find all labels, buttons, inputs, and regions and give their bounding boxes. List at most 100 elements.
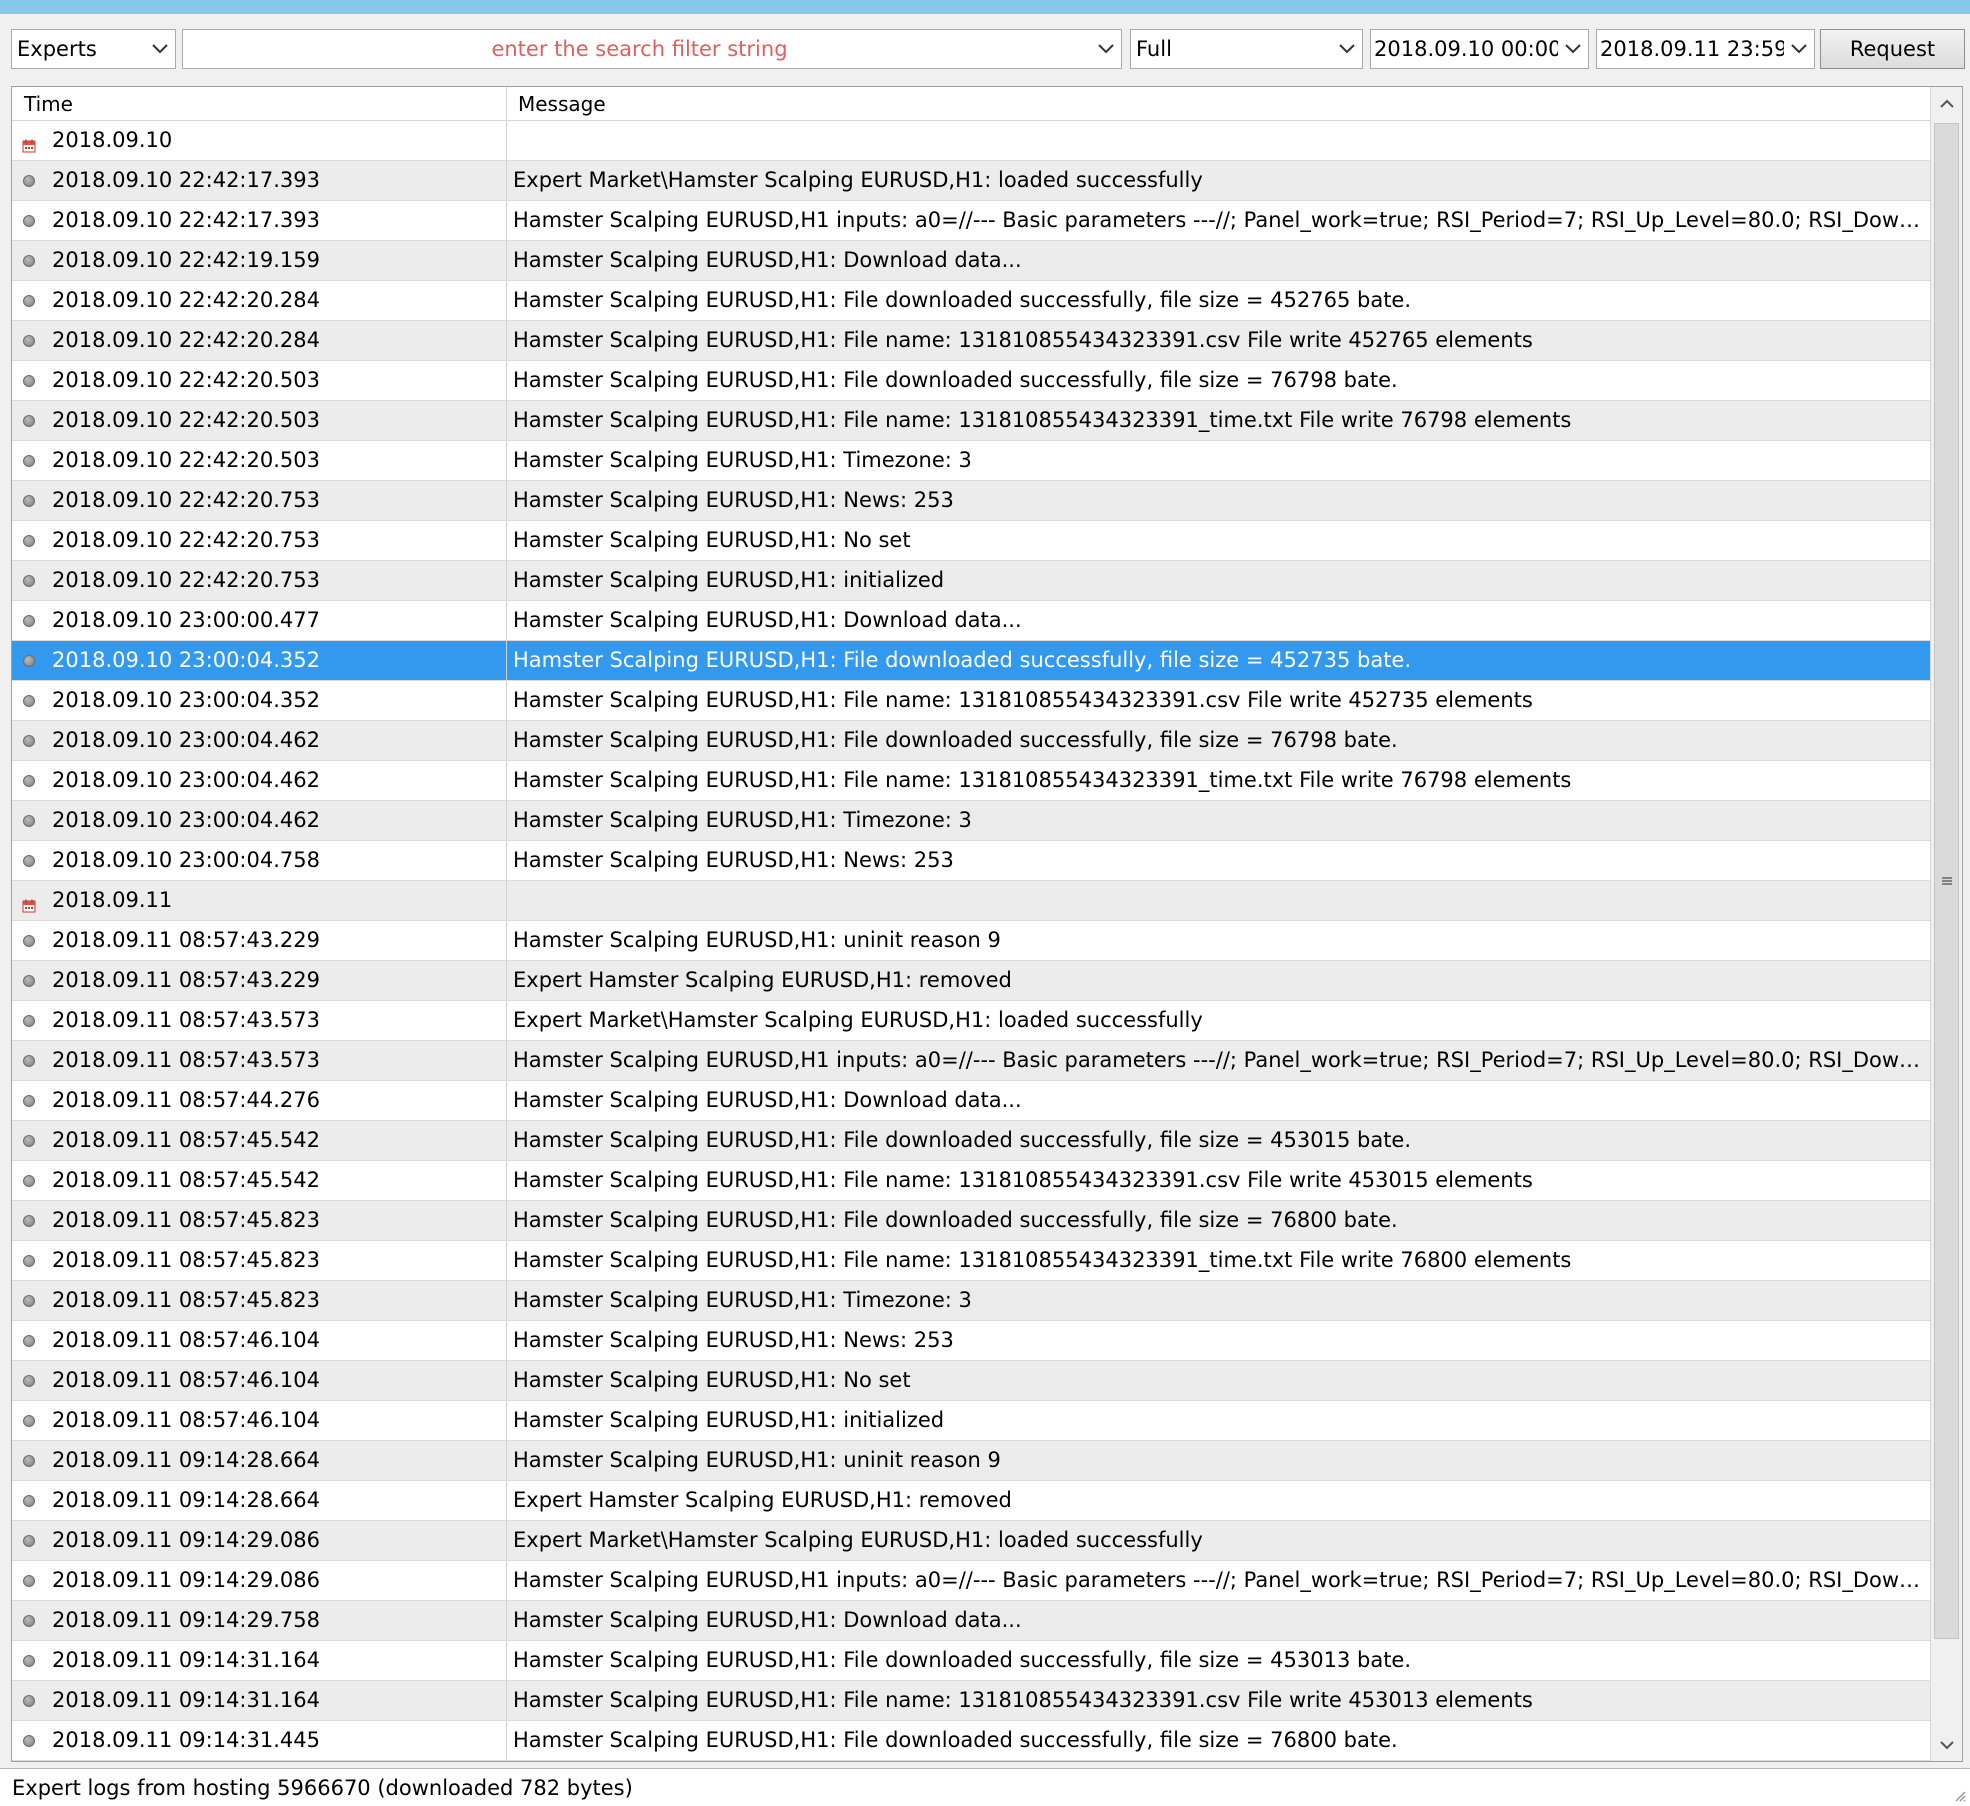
table-header: Time Message	[12, 87, 1930, 121]
table-row[interactable]: 2018.09.10 22:42:20.753 Hamster Scalping …	[12, 521, 1930, 561]
cell-message: Hamster Scalping EURUSD,H1: File downloa…	[513, 288, 1412, 312]
column-divider	[506, 201, 507, 240]
cell-message: Hamster Scalping EURUSD,H1: News: 253	[513, 488, 954, 512]
column-divider	[506, 1601, 507, 1640]
table-row[interactable]: 2018.09.11 09:14:29.086 Hamster Scalping …	[12, 1561, 1930, 1601]
column-divider	[506, 281, 507, 320]
cell-message: Hamster Scalping EURUSD,H1: File downloa…	[513, 368, 1398, 392]
column-divider	[506, 1521, 507, 1560]
table-row[interactable]: 2018.09.10 23:00:00.477 Hamster Scalping …	[12, 601, 1930, 641]
cell-time: 2018.09.11 09:14:28.664	[52, 1488, 320, 1512]
cell-message	[513, 121, 1923, 160]
cell-time: 2018.09.10 22:42:19.159	[52, 248, 320, 272]
cell-message: Hamster Scalping EURUSD,H1: News: 253	[513, 848, 954, 872]
cell-message: Hamster Scalping EURUSD,H1: Timezone: 3	[513, 808, 972, 832]
window-top-bar	[0, 0, 1970, 14]
table-row[interactable]: 2018.09.10 23:00:04.462 Hamster Scalping …	[12, 721, 1930, 761]
cell-time: 2018.09.11 08:57:45.542	[52, 1168, 320, 1192]
table-row[interactable]: 2018.09.10 22:42:17.393 Hamster Scalping …	[12, 201, 1930, 241]
cell-time: 2018.09.11 08:57:44.276	[52, 1088, 320, 1112]
column-divider	[506, 1481, 507, 1520]
cell-time: 2018.09.11	[52, 888, 173, 912]
scroll-thumb[interactable]	[1934, 123, 1959, 1639]
date-group-row[interactable]: 2018.09.11	[12, 881, 1930, 921]
column-divider	[506, 841, 507, 880]
table-row[interactable]: 2018.09.10 23:00:04.462 Hamster Scalping …	[12, 761, 1930, 801]
cell-message: Hamster Scalping EURUSD,H1: Download dat…	[513, 1608, 1022, 1632]
table-row[interactable]: 2018.09.11 08:57:46.104 Hamster Scalping …	[12, 1361, 1930, 1401]
table-row[interactable]: 2018.09.11 09:14:31.445 Hamster Scalping …	[12, 1721, 1930, 1761]
table-row[interactable]: 2018.09.11 08:57:43.573 Expert Market\Ham…	[12, 1001, 1930, 1041]
log-dot-icon	[22, 294, 36, 308]
resize-grip-icon[interactable]	[1952, 1788, 1966, 1802]
table-row[interactable]: 2018.09.10 22:42:20.503 Hamster Scalping …	[12, 401, 1930, 441]
table-row[interactable]: 2018.09.10 22:42:20.284 Hamster Scalping …	[12, 281, 1930, 321]
table-row[interactable]: 2018.09.11 08:57:45.542 Hamster Scalping …	[12, 1121, 1930, 1161]
table-row[interactable]: 2018.09.11 08:57:43.229 Hamster Scalping …	[12, 921, 1930, 961]
table-row[interactable]: 2018.09.11 09:14:29.758 Hamster Scalping …	[12, 1601, 1930, 1641]
column-divider	[506, 761, 507, 800]
column-header-time[interactable]: Time	[12, 87, 507, 120]
table-row[interactable]: 2018.09.10 23:00:04.462 Hamster Scalping …	[12, 801, 1930, 841]
table-row[interactable]: 2018.09.11 08:57:43.229 Expert Hamster Sc…	[12, 961, 1930, 1001]
table-row[interactable]: 2018.09.11 09:14:31.164 Hamster Scalping …	[12, 1681, 1930, 1721]
cell-message: Hamster Scalping EURUSD,H1 inputs: a0=//…	[513, 208, 1923, 232]
column-divider	[506, 1721, 507, 1760]
column-header-message[interactable]: Message	[508, 87, 606, 120]
scroll-down-arrow-icon[interactable]	[1931, 1729, 1962, 1761]
log-dot-icon	[22, 214, 36, 228]
table-row[interactable]: 2018.09.11 08:57:46.104 Hamster Scalping …	[12, 1321, 1930, 1361]
table-row[interactable]: 2018.09.11 09:14:29.086 Expert Market\Ham…	[12, 1521, 1930, 1561]
source-select[interactable]: Experts	[11, 29, 176, 69]
table-row[interactable]: 2018.09.11 09:14:28.664 Hamster Scalping …	[12, 1441, 1930, 1481]
table-row[interactable]: 2018.09.10 22:42:20.753 Hamster Scalping …	[12, 481, 1930, 521]
table-row[interactable]: 2018.09.11 08:57:43.573 Hamster Scalping …	[12, 1041, 1930, 1081]
table-row[interactable]: 2018.09.10 22:42:20.503 Hamster Scalping …	[12, 361, 1930, 401]
column-divider	[506, 1681, 507, 1720]
table-row[interactable]: 2018.09.10 22:42:20.284 Hamster Scalping …	[12, 321, 1930, 361]
table-row[interactable]: 2018.09.11 08:57:44.276 Hamster Scalping …	[12, 1081, 1930, 1121]
date-group-row[interactable]: 2018.09.10	[12, 121, 1930, 161]
date-to-value: 2018.09.11 23:59	[1600, 37, 1784, 61]
table-row[interactable]: 2018.09.11 08:57:45.823 Hamster Scalping …	[12, 1201, 1930, 1241]
table-row[interactable]: 2018.09.10 22:42:20.503 Hamster Scalping …	[12, 441, 1930, 481]
cell-time: 2018.09.10 22:42:20.753	[52, 488, 320, 512]
table-row[interactable]: 2018.09.10 23:00:04.352 Hamster Scalping …	[12, 641, 1930, 681]
column-divider	[506, 1321, 507, 1360]
table-row[interactable]: 2018.09.10 22:42:20.753 Hamster Scalping …	[12, 561, 1930, 601]
scroll-up-arrow-icon[interactable]	[1931, 87, 1962, 119]
table-row[interactable]: 2018.09.10 22:42:19.159 Hamster Scalping …	[12, 241, 1930, 281]
cell-time: 2018.09.10 22:42:20.503	[52, 448, 320, 472]
table-row[interactable]: 2018.09.11 08:57:46.104 Hamster Scalping …	[12, 1401, 1930, 1441]
log-dot-icon	[22, 1094, 36, 1108]
cell-message: Hamster Scalping EURUSD,H1: initialized	[513, 568, 945, 592]
cell-message: Expert Hamster Scalping EURUSD,H1: remov…	[513, 968, 1012, 992]
cell-time: 2018.09.10 22:42:20.503	[52, 368, 320, 392]
log-dot-icon	[22, 734, 36, 748]
search-filter-input[interactable]: enter the search filter string	[182, 29, 1122, 69]
log-dot-icon	[22, 774, 36, 788]
vertical-scrollbar[interactable]	[1930, 87, 1962, 1761]
table-row[interactable]: 2018.09.11 09:14:28.664 Expert Hamster Sc…	[12, 1481, 1930, 1521]
column-divider	[506, 881, 507, 920]
cell-time: 2018.09.10 23:00:04.462	[52, 768, 320, 792]
table-row[interactable]: 2018.09.11 09:14:31.164 Hamster Scalping …	[12, 1641, 1930, 1681]
request-button[interactable]: Request	[1820, 29, 1965, 69]
table-row[interactable]: 2018.09.11 08:57:45.823 Hamster Scalping …	[12, 1281, 1930, 1321]
column-divider	[506, 961, 507, 1000]
calendar-icon	[22, 134, 36, 153]
cell-message: Hamster Scalping EURUSD,H1 inputs: a0=//…	[513, 1048, 1923, 1072]
log-dot-icon	[22, 1414, 36, 1428]
table-row[interactable]: 2018.09.10 23:00:04.352 Hamster Scalping …	[12, 681, 1930, 721]
date-from-picker[interactable]: 2018.09.10 00:00	[1370, 29, 1589, 69]
table-row[interactable]: 2018.09.11 08:57:45.823 Hamster Scalping …	[12, 1241, 1930, 1281]
table-row[interactable]: 2018.09.11 08:57:45.542 Hamster Scalping …	[12, 1161, 1930, 1201]
cell-time: 2018.09.11 08:57:45.542	[52, 1128, 320, 1152]
table-row[interactable]: 2018.09.10 23:00:04.758 Hamster Scalping …	[12, 841, 1930, 881]
cell-message: Hamster Scalping EURUSD,H1: Download dat…	[513, 1088, 1022, 1112]
cell-message: Hamster Scalping EURUSD,H1: No set	[513, 1368, 911, 1392]
log-dot-icon	[22, 694, 36, 708]
date-to-picker[interactable]: 2018.09.11 23:59	[1596, 29, 1815, 69]
table-row[interactable]: 2018.09.10 22:42:17.393 Expert Market\Ham…	[12, 161, 1930, 201]
mode-select[interactable]: Full	[1130, 29, 1363, 69]
